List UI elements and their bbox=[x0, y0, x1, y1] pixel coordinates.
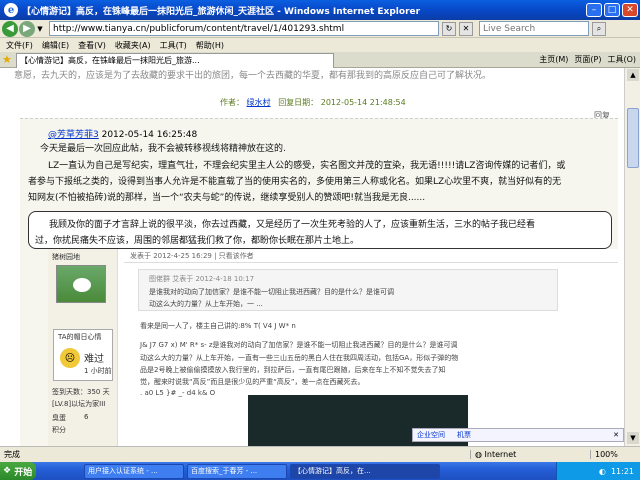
window-title: 【心情游记】高反，在铢峰最后一抹阳光后_旅游休闲_天涯社区 - Windows … bbox=[22, 6, 421, 17]
status-bar: 完成 ◍ Internet 100% bbox=[0, 446, 640, 462]
forward-button[interactable]: ▶ bbox=[19, 20, 35, 37]
menu-view[interactable]: 查看(V) bbox=[78, 40, 106, 51]
favorites-star-icon[interactable]: ★ bbox=[2, 53, 14, 66]
embedded-quote: 图佬群 艾表于 2012-4-18 10:17 是谁我对的动向了加信家？是谁不能… bbox=[138, 269, 558, 311]
taskbar-item[interactable]: 百度搜索_于春芳 - ... bbox=[187, 463, 287, 479]
vertical-scrollbar[interactable]: ▲ ▼ bbox=[624, 68, 640, 446]
menu-edit[interactable]: 编辑(E) bbox=[42, 40, 69, 51]
scroll-down-icon[interactable]: ▼ bbox=[627, 432, 639, 444]
page-menu-button[interactable]: 页面(P) bbox=[574, 54, 601, 65]
stat-value: 6 bbox=[84, 413, 89, 421]
status-text: 完成 bbox=[4, 450, 20, 459]
tab-row: ★ 【心情游记】高反，在铢峰最后一抹阳光后_旅游... 主页(M) 页面(P) … bbox=[0, 52, 640, 68]
back-button[interactable]: ◀ bbox=[2, 20, 18, 37]
start-button[interactable]: ❖ 开始 bbox=[0, 462, 36, 480]
author-line: 作者： 绿水村 回复日期： 2012-05-14 21:48:54 bbox=[220, 97, 406, 108]
qq-close-icon[interactable]: ✕ bbox=[613, 431, 623, 439]
title-bar: e 【心情游记】高反，在铢峰最后一抹阳光后_旅游休闲_天涯社区 - Window… bbox=[0, 0, 640, 20]
address-input[interactable] bbox=[49, 21, 439, 36]
post-line: 今天是最后一次回应此帖，我不会被转移视线将精神放在这的. bbox=[40, 144, 286, 154]
mood-time: 1 小时前 bbox=[84, 367, 112, 375]
qq-toolbar: 企业空间 机票 ✕ bbox=[412, 428, 624, 442]
embedded-body-line: 觉，醒来时说我“高反”而且是很少见的严重“高反”，差一点在西藏死去。 bbox=[140, 378, 365, 386]
embedded-body-line: 品是2号晚上被偷偷摸摸放入我行里的，到拉萨后，一直有尾巴跟随，后来在车上不知不觉… bbox=[140, 366, 446, 374]
page-viewport: 意愿，去九天的，应该是为了去敌藏的要求干出的旅团，每一个去西藏的华夏，都有那我到… bbox=[0, 68, 624, 446]
embedded-body-line: 看来是同一人了，楼主自己讲的:8% T( V4 J W* n bbox=[140, 322, 296, 330]
system-tray: ◐ 11:21 bbox=[556, 462, 640, 480]
user-level: [LV.8]以坛为家III bbox=[52, 400, 106, 408]
quote-line: 是谁我对的动向了加信家？是谁不能一切阻止我进西藏？目的是什么？是谁可调 bbox=[149, 288, 394, 296]
previous-post-text: 意愿，去九天的，应该是为了去敌藏的要求干出的旅团，每一个去西藏的华夏，都有那我到… bbox=[14, 71, 492, 80]
browser-window: e 【心情游记】高反，在铢峰最后一抹阳光后_旅游休闲_天涯社区 - Window… bbox=[0, 0, 640, 480]
post-line: 知网友(不怕被掐砖)说的那样，当一个“农夫与蛇”的传说，继续享受别人的赞颂吧!就… bbox=[28, 193, 426, 203]
highlight-line: 我顾及你的面子才言辞上说的很平淡，你去过西藏，又是经历了一次生死考验的人了，应该… bbox=[49, 220, 536, 230]
security-zone: ◍ Internet bbox=[470, 450, 590, 459]
tab-current[interactable]: 【心情游记】高反，在铢峰最后一抹阳光后_旅游... bbox=[16, 52, 334, 68]
signin-days: 签到天数：350 天 bbox=[52, 388, 110, 396]
menu-tools[interactable]: 工具(T) bbox=[160, 40, 187, 51]
author-link[interactable]: 绿水村 bbox=[247, 98, 271, 107]
search-icon[interactable]: ⌕ bbox=[592, 21, 606, 36]
embedded-sidebar-name: 猪树园地 bbox=[52, 253, 80, 261]
menu-file[interactable]: 文件(F) bbox=[6, 40, 33, 51]
post-line: LZ一直认为自己是写纪实，理直气壮，不理会纪实里主人公的感受，实名图文并茂的宣染… bbox=[48, 161, 566, 171]
post-datetime: 2012-05-14 16:25:48 bbox=[101, 130, 198, 140]
post-header: @芳草芳菲3 2012-05-14 16:25:48 bbox=[48, 127, 197, 140]
clock: 11:21 bbox=[610, 466, 634, 476]
points-label: 积分 bbox=[52, 426, 66, 434]
search-input[interactable] bbox=[479, 21, 589, 36]
highlight-box: 我顾及你的面子才言辞上说的很平淡，你去过西藏，又是经历了一次生死考验的人了，应该… bbox=[28, 211, 612, 249]
author-label: 作者： bbox=[220, 98, 244, 107]
minimize-button[interactable]: – bbox=[586, 3, 602, 17]
scroll-up-icon[interactable]: ▲ bbox=[627, 69, 639, 81]
tab-tools: 主页(M) 页面(P) 工具(O) bbox=[533, 54, 640, 65]
history-dropdown-icon[interactable]: ▼ bbox=[36, 21, 44, 37]
close-button[interactable]: ✕ bbox=[622, 3, 638, 17]
mood-caption: TA的帽日心情 bbox=[58, 333, 102, 341]
sad-face-icon: ☹ bbox=[60, 348, 80, 368]
reply-post: @芳草芳菲3 2012-05-14 16:25:48 今天是最后一次回应此帖，我… bbox=[20, 118, 618, 446]
embedded-body-line: 动这么大的力量？从上车开始，一直有一些三山五岳的黑白人住在我四周活动，包括GA，… bbox=[140, 354, 459, 362]
highlight-line: 过，你扰民痛失不应该，周围的邻居都猛我们救了你，都盼你长眠在那片土地上。 bbox=[35, 236, 360, 246]
taskbar-item-active[interactable]: 【心情游记】高反，在... bbox=[290, 463, 440, 479]
post-user-link[interactable]: @芳草芳菲3 bbox=[48, 130, 99, 140]
reply-date: 2012-05-14 21:48:54 bbox=[320, 98, 406, 107]
enterprise-space-link[interactable]: 企业空间 bbox=[417, 430, 445, 440]
reply-date-label: 回复日期： bbox=[278, 98, 319, 107]
tools-menu-button[interactable]: 工具(O) bbox=[607, 54, 636, 65]
maximize-button[interactable]: □ bbox=[604, 3, 620, 17]
quote-line: 动这么大的力量？从上车开始，一 ... bbox=[149, 300, 263, 308]
refresh-icon[interactable]: ↻ bbox=[442, 21, 456, 36]
windows-logo-icon: ❖ bbox=[3, 466, 12, 476]
embedded-screenshot: 猪树园地 TA的帽日心情 ☹ 难过 1 小时前 签到天数：350 天 [LV.8… bbox=[48, 249, 618, 446]
quote-line: 图佬群 艾表于 2012-4-18 10:17 bbox=[149, 275, 255, 283]
menu-help[interactable]: 帮助(H) bbox=[196, 40, 224, 51]
tray-icon[interactable]: ◐ bbox=[599, 467, 606, 476]
post-line: 者参与下报纸之类的，设得到当事人允许是不能直载了当的使用实名的，多使用第三人称或… bbox=[28, 177, 562, 187]
embedded-body-line: . a0 L5 }# _- d4 k& O bbox=[140, 389, 216, 397]
embedded-body-line: J& J7 G7 x) M' R* s- z是谁我对的动向了加信家？是谁不能一切… bbox=[140, 341, 458, 349]
ie-logo-icon: e bbox=[4, 3, 18, 17]
address-toolbar: ◀ ▶ ▼ ↻ ✕ ⌕ bbox=[0, 20, 640, 38]
stop-icon[interactable]: ✕ bbox=[459, 21, 473, 36]
mood-box: TA的帽日心情 ☹ 难过 1 小时前 bbox=[53, 329, 113, 381]
menu-bar: 文件(F) 编辑(E) 查看(V) 收藏夹(A) 工具(T) 帮助(H) bbox=[0, 38, 640, 52]
mood-text: 难过 bbox=[84, 354, 104, 365]
globe-icon: ◍ bbox=[475, 450, 482, 459]
taskbar-item[interactable]: 用户接入认证系统 - ... bbox=[84, 463, 184, 479]
scroll-thumb[interactable] bbox=[627, 108, 639, 168]
zoom-level[interactable]: 100% bbox=[590, 450, 640, 459]
taskbar: ❖ 开始 用户接入认证系统 - ... 百度搜索_于春芳 - ... 【心情游记… bbox=[0, 462, 640, 480]
flight-ticket-link[interactable]: 机票 bbox=[457, 430, 471, 440]
menu-favorites[interactable]: 收藏夹(A) bbox=[115, 40, 151, 51]
embedded-post-header: 发表于 2012-4-25 16:29 | 只看该作者 bbox=[124, 249, 618, 263]
embedded-sidebar: 猪树园地 TA的帽日心情 ☹ 难过 1 小时前 签到天数：350 天 [LV.8… bbox=[48, 249, 118, 446]
home-button[interactable]: 主页(M) bbox=[539, 54, 568, 65]
stat-label: 臭蛋 bbox=[52, 414, 66, 422]
panda-avatar-image bbox=[56, 265, 106, 303]
